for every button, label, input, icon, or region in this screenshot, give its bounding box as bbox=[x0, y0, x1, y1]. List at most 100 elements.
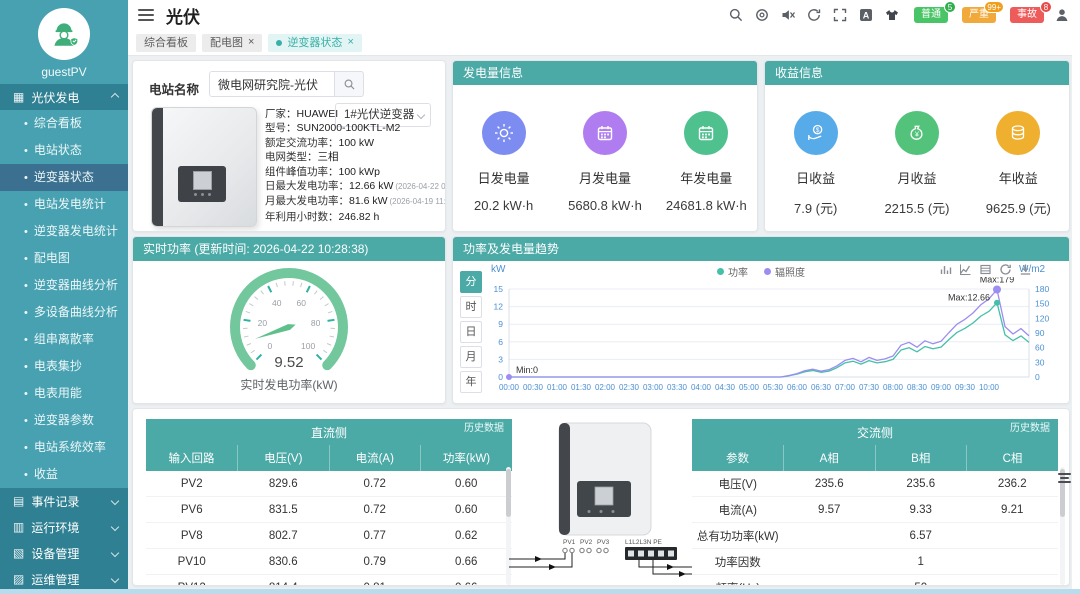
sidebar: guestPV ▦光伏发电•综合看板•电站状态•逆变器状态•电站发电统计•逆变器… bbox=[0, 0, 128, 594]
line-chart-icon[interactable] bbox=[959, 263, 972, 276]
svg-text:02:30: 02:30 bbox=[619, 383, 640, 392]
station-name-label: 电站名称 bbox=[149, 79, 199, 98]
table-title-cell: 交流侧 历史数据 bbox=[692, 419, 1058, 445]
table-cell: 0.60 bbox=[421, 497, 513, 523]
station-search-button[interactable] bbox=[334, 71, 364, 97]
stat-value: 20.2 kW·h bbox=[474, 198, 533, 213]
menu-toggle-icon[interactable] bbox=[138, 9, 154, 21]
theme-shirt-icon[interactable] bbox=[884, 7, 900, 23]
sidebar-item[interactable]: •综合看板 bbox=[0, 110, 128, 137]
svg-text:07:30: 07:30 bbox=[859, 383, 880, 392]
spec-key: 厂家： bbox=[265, 108, 297, 120]
tab-close-icon[interactable]: × bbox=[347, 37, 353, 48]
sidebar-item[interactable]: •逆变器发电统计 bbox=[0, 218, 128, 245]
table-row: 频率(Hz)50 bbox=[692, 575, 1058, 587]
money-bag-icon: ¥ bbox=[895, 111, 939, 155]
svg-text:01:00: 01:00 bbox=[547, 383, 568, 392]
sidebar-item-label: 多设备曲线分析 bbox=[34, 305, 118, 319]
table-title-row: 直流侧历史数据 bbox=[146, 419, 512, 445]
table-cell: PV2 bbox=[146, 471, 238, 497]
sidebar-item[interactable]: •收益 bbox=[0, 461, 128, 488]
spec-key: 型号： bbox=[265, 122, 297, 134]
spec-value: 12.66 kW bbox=[349, 180, 393, 192]
history-data-link[interactable]: 历史数据 bbox=[1010, 419, 1050, 434]
sidebar-item[interactable]: •逆变器参数 bbox=[0, 407, 128, 434]
sidebar-item[interactable]: •组串离散率 bbox=[0, 326, 128, 353]
coins-icon bbox=[996, 111, 1040, 155]
table-cell: 235.6 bbox=[875, 471, 967, 497]
svg-text:05:00: 05:00 bbox=[739, 383, 760, 392]
sidebar-group[interactable]: ▤事件记录 bbox=[0, 488, 128, 514]
bullet-icon: • bbox=[24, 145, 28, 157]
sidebar-item[interactable]: •电站系统效率 bbox=[0, 434, 128, 461]
table-cell: 0.66 bbox=[421, 575, 513, 587]
svg-text:0: 0 bbox=[268, 341, 273, 351]
sidebar-item[interactable]: •电表集抄 bbox=[0, 353, 128, 380]
spec-value: SUN2000-100KTL-M2 bbox=[297, 122, 401, 134]
bullet-icon: • bbox=[24, 361, 28, 373]
avatar[interactable] bbox=[38, 8, 90, 60]
svg-text:120: 120 bbox=[1035, 313, 1049, 323]
svg-text:01:30: 01:30 bbox=[571, 383, 592, 392]
history-data-link[interactable]: 历史数据 bbox=[464, 419, 504, 434]
table-cell: 9.33 bbox=[875, 497, 967, 523]
alarm-badge[interactable]: 普通5 bbox=[914, 7, 948, 23]
refresh-icon[interactable] bbox=[806, 7, 822, 23]
target-icon[interactable] bbox=[754, 7, 770, 23]
tab[interactable]: 配电图× bbox=[202, 34, 262, 52]
bottom-scrollbar[interactable] bbox=[0, 589, 1080, 594]
table-cell: 电压(V) bbox=[692, 471, 784, 497]
table-row: 总有功功率(kW)6.57 bbox=[692, 523, 1058, 549]
sidebar-item[interactable]: •配电图 bbox=[0, 245, 128, 272]
svg-text:150: 150 bbox=[1035, 299, 1049, 309]
fullscreen-icon[interactable] bbox=[832, 7, 848, 23]
drag-handle-icon[interactable] bbox=[1058, 470, 1071, 486]
tab[interactable]: 综合看板 bbox=[136, 34, 196, 52]
table-cell: 9.21 bbox=[967, 497, 1059, 523]
spec-key: 月最大发电功率： bbox=[265, 195, 349, 207]
table-title: 交流侧 bbox=[857, 426, 893, 440]
bar-chart-icon[interactable] bbox=[939, 263, 952, 276]
table-cell: 0.77 bbox=[329, 523, 421, 549]
sidebar-group[interactable]: ▥运行环境 bbox=[0, 514, 128, 540]
svg-text:PV2: PV2 bbox=[580, 539, 593, 546]
tab-close-icon[interactable]: × bbox=[248, 37, 254, 48]
sidebar-item[interactable]: •多设备曲线分析 bbox=[0, 299, 128, 326]
stat-label: 年发电量 bbox=[680, 168, 732, 187]
restore-icon[interactable] bbox=[999, 263, 1012, 276]
alarm-badge[interactable]: 严重99+ bbox=[962, 7, 996, 23]
sidebar-group[interactable]: ▧设备管理 bbox=[0, 540, 128, 566]
sidebar-item[interactable]: •电站发电统计 bbox=[0, 191, 128, 218]
data-view-icon[interactable] bbox=[979, 263, 992, 276]
stat-item: 日发电量 20.2 kW·h bbox=[459, 111, 549, 213]
translate-icon[interactable]: A bbox=[858, 7, 874, 23]
sidebar-item-label: 逆变器发电统计 bbox=[34, 224, 118, 238]
sidebar-item[interactable]: •电站状态 bbox=[0, 137, 128, 164]
sidebar-item-label: 组串离散率 bbox=[34, 332, 94, 346]
sidebar-item[interactable]: •逆变器曲线分析 bbox=[0, 272, 128, 299]
download-icon[interactable] bbox=[1019, 263, 1032, 276]
svg-text:60: 60 bbox=[1035, 343, 1045, 353]
tab[interactable]: 逆变器状态× bbox=[268, 34, 361, 52]
svg-text:08:30: 08:30 bbox=[907, 383, 928, 392]
spec-row: 月最大发电功率：81.6 kW(2026-04-19 11:15:00) bbox=[265, 194, 439, 209]
search-icon[interactable] bbox=[728, 7, 744, 23]
bullet-icon: • bbox=[24, 469, 28, 481]
sidebar-item[interactable]: •电表用能 bbox=[0, 380, 128, 407]
svg-text:00:00: 00:00 bbox=[499, 383, 520, 392]
alarm-badge[interactable]: 事故8 bbox=[1010, 7, 1044, 23]
sidebar-item-label: 逆变器曲线分析 bbox=[34, 278, 118, 292]
power-gauge: 0204060801009.52实时发电功率(kW) bbox=[133, 261, 445, 404]
sidebar-group[interactable]: ▦光伏发电 bbox=[0, 84, 128, 110]
stat-label: 日发电量 bbox=[478, 168, 530, 187]
sidebar-group-label: 事件记录 bbox=[31, 493, 105, 510]
user-avatar-icon[interactable] bbox=[1054, 7, 1070, 23]
sidebar-item[interactable]: •逆变器状态 bbox=[0, 164, 128, 191]
mute-speaker-icon[interactable] bbox=[780, 7, 796, 23]
spec-key: 额定交流功率： bbox=[265, 137, 339, 149]
table-cell: PV10 bbox=[146, 549, 238, 575]
trend-card-title: 功率及发电量趋势 bbox=[453, 237, 1069, 261]
station-search-input[interactable] bbox=[209, 71, 335, 97]
hand-coin-icon: $ bbox=[794, 111, 838, 155]
svg-text:Max:179: Max:179 bbox=[980, 277, 1015, 284]
